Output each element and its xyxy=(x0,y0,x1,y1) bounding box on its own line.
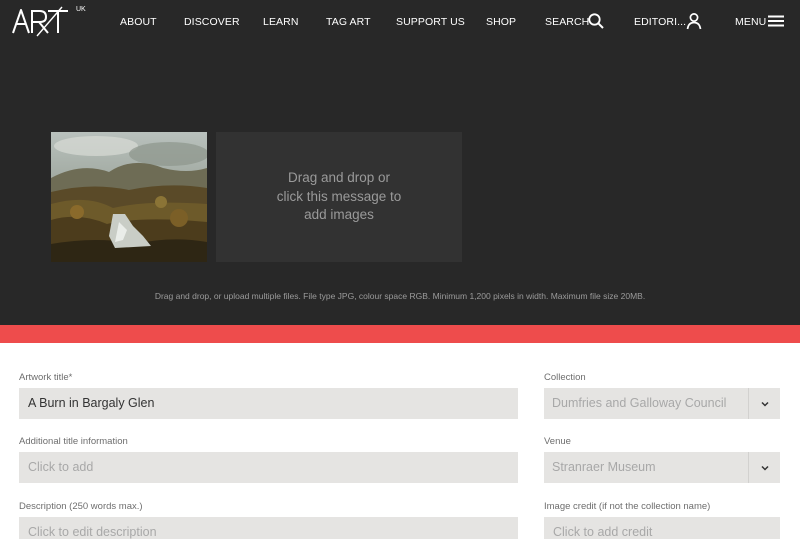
chevron-down-icon xyxy=(760,465,769,471)
nav-search[interactable]: SEARCH xyxy=(545,14,589,30)
main-nav: UK ABOUT DISCOVER LEARN TAG ART SUPPORT … xyxy=(0,0,800,44)
additional-title-label: Additional title information xyxy=(19,436,128,447)
user-icon[interactable] xyxy=(685,12,703,30)
description-input[interactable]: Click to edit description xyxy=(19,517,518,539)
nav-discover[interactable]: DISCOVER xyxy=(184,14,240,30)
additional-title-input[interactable]: Click to add xyxy=(19,452,518,483)
nav-shop[interactable]: SHOP xyxy=(486,14,516,30)
image-dropzone[interactable]: Drag and drop or click this message to a… xyxy=(216,132,462,262)
artwork-title-label: Artwork title* xyxy=(19,372,73,383)
upload-hint: Drag and drop, or upload multiple files.… xyxy=(154,291,646,301)
venue-value: Stranraer Museum xyxy=(552,460,656,474)
venue-select[interactable]: Stranraer Museum xyxy=(544,452,780,483)
nav-account[interactable]: EDITORI... xyxy=(634,14,686,30)
artwork-title-input[interactable]: A Burn in Bargaly Glen xyxy=(19,388,518,419)
hamburger-menu-icon[interactable] xyxy=(767,12,785,30)
collection-value: Dumfries and Galloway Council xyxy=(552,396,727,410)
dropzone-message: Drag and drop or click this message to a… xyxy=(276,170,402,223)
venue-dropdown-toggle[interactable] xyxy=(748,452,780,483)
nav-support-us[interactable]: SUPPORT US xyxy=(396,14,465,30)
collection-dropdown-toggle[interactable] xyxy=(748,388,780,419)
collection-select[interactable]: Dumfries and Galloway Council xyxy=(544,388,780,419)
logo-sub-label: UK xyxy=(76,6,86,13)
landscape-painting-image xyxy=(51,132,207,262)
chevron-down-icon xyxy=(760,401,769,407)
image-credit-input[interactable]: Click to add credit xyxy=(544,517,780,539)
nav-about[interactable]: ABOUT xyxy=(120,14,157,30)
venue-label: Venue xyxy=(544,436,571,447)
nav-tag-art[interactable]: TAG ART xyxy=(326,14,371,30)
description-label: Description (250 words max.) xyxy=(19,501,143,512)
image-credit-label: Image credit (if not the collection name… xyxy=(544,501,711,512)
art-uk-logo[interactable]: UK xyxy=(12,6,90,38)
header-area: UK ABOUT DISCOVER LEARN TAG ART SUPPORT … xyxy=(0,0,800,325)
nav-learn[interactable]: LEARN xyxy=(263,14,299,30)
nav-menu[interactable]: MENU xyxy=(735,14,766,30)
collection-label: Collection xyxy=(544,372,586,383)
search-icon[interactable] xyxy=(587,12,605,30)
accent-divider xyxy=(0,325,800,343)
uploaded-artwork-thumbnail[interactable] xyxy=(51,132,207,262)
